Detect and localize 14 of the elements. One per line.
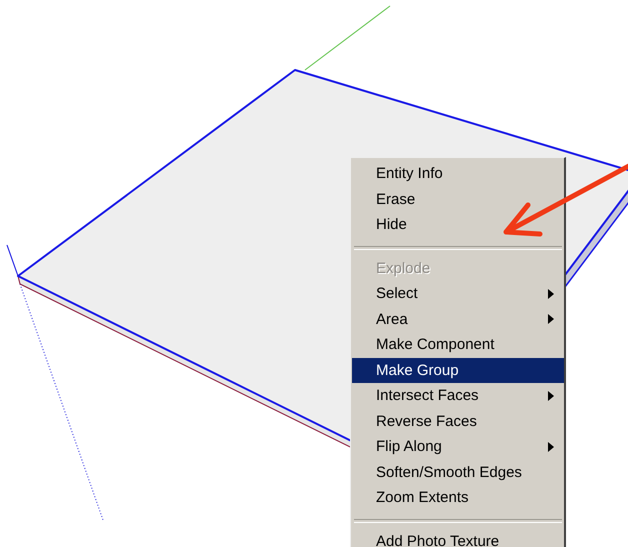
menu-item[interactable]: Area <box>352 306 564 332</box>
menu-item[interactable]: Zoom Extents <box>352 485 564 510</box>
menu-item[interactable]: Make Group <box>352 358 564 383</box>
menu-item[interactable]: Hide <box>352 212 564 238</box>
vertical-axis-line <box>6 244 18 276</box>
menu-item[interactable]: Erase <box>352 186 564 212</box>
menu-item[interactable]: Reverse Faces <box>352 408 564 434</box>
menu-item[interactable]: Soften/Smooth Edges <box>352 460 564 485</box>
menu-item[interactable]: Intersect Faces <box>352 383 564 408</box>
menu-item[interactable]: Add Photo Texture <box>352 528 564 547</box>
menu-item[interactable]: Select <box>352 281 564 306</box>
menu-item[interactable]: Make Component <box>352 332 564 358</box>
menu-item[interactable]: Flip Along <box>352 434 564 460</box>
menu-item[interactable]: Entity Info <box>352 161 564 186</box>
